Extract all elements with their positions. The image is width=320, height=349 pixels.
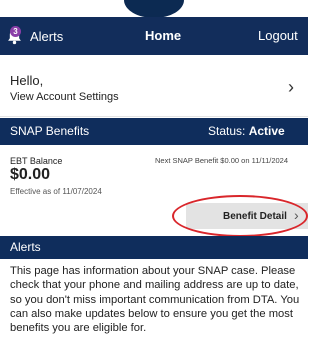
nav-alerts-label: Alerts bbox=[30, 28, 64, 44]
benefit-card: EBT Balance $0.00 Effective as of 11/07/… bbox=[0, 145, 308, 236]
nav-logout-link[interactable]: Logout bbox=[258, 17, 298, 55]
greeting: Hello, bbox=[10, 73, 44, 88]
ebt-balance-label: EBT Balance bbox=[10, 156, 63, 166]
snap-benefits-header: SNAP Benefits Status: Active bbox=[0, 118, 308, 145]
bell-icon: 3 bbox=[6, 26, 26, 46]
status-badge: Active bbox=[248, 124, 285, 138]
next-benefit-info: Next SNAP Benefit $0.00 on 11/11/2024 bbox=[155, 156, 289, 165]
alerts-count-badge: 3 bbox=[10, 26, 21, 37]
nav-bar: 3 Alerts Home Logout bbox=[0, 17, 308, 55]
account-settings-link[interactable]: View Account Settings bbox=[10, 91, 119, 103]
chevron-right-icon: › bbox=[288, 77, 294, 97]
account-settings-card[interactable]: Hello, View Account Settings › bbox=[0, 55, 308, 117]
benefit-detail-button[interactable]: Benefit Detail › bbox=[186, 203, 308, 229]
nav-alerts-link[interactable]: 3 Alerts bbox=[6, 17, 63, 55]
alerts-message: This page has information about your SNA… bbox=[10, 265, 300, 335]
alerts-title: Alerts bbox=[10, 240, 41, 254]
benefit-detail-label: Benefit Detail bbox=[223, 210, 287, 222]
ebt-effective-date: Effective as of 11/07/2024 bbox=[10, 187, 102, 196]
status-label: Status: bbox=[208, 124, 246, 138]
logo bbox=[124, 0, 184, 18]
snap-title: SNAP Benefits bbox=[10, 124, 90, 138]
alerts-header: Alerts bbox=[0, 236, 308, 259]
ebt-balance-value: $0.00 bbox=[10, 166, 51, 183]
nav-home-link[interactable]: Home bbox=[145, 17, 181, 55]
alerts-body: This page has information about your SNA… bbox=[0, 259, 308, 349]
chevron-right-icon: › bbox=[294, 207, 299, 223]
snap-status: Status: Active bbox=[208, 118, 285, 145]
